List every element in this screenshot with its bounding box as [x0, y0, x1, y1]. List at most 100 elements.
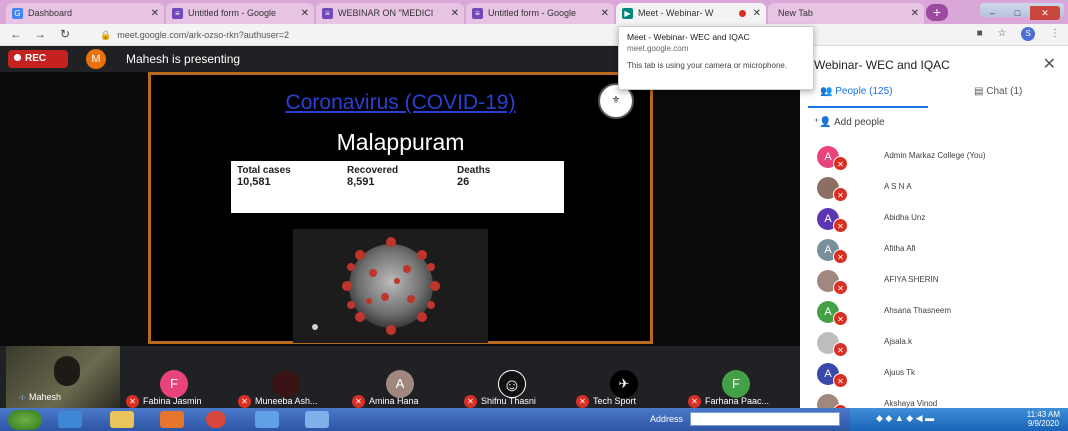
close-tab-icon[interactable]: ✕: [911, 3, 919, 24]
mouse-cursor: [312, 324, 318, 330]
participant-filmstrip: ·ı· Mahesh F ✕ Fabina Jasmin ✕ Muneeba Ash…: [0, 346, 800, 408]
url-field[interactable]: 🔒 meet.google.com/ark-ozso-rkn?authuser=2: [100, 27, 960, 43]
tray-icons[interactable]: ◆ ◆ ▲ ◆ ◀ ▬: [876, 413, 934, 424]
stat-label: Total cases: [237, 165, 291, 176]
audio-level-icon: ·ı·: [18, 392, 27, 402]
app-icon[interactable]: [255, 411, 279, 428]
tab-chat[interactable]: ▤ Chat (1): [974, 86, 1022, 97]
active-tab-indicator: [808, 106, 928, 108]
profile-avatar[interactable]: S: [1021, 27, 1036, 41]
tile-name: ✕ Amina Hana: [352, 395, 419, 408]
camera-icon[interactable]: ■: [977, 28, 983, 39]
menu-icon[interactable]: ⋮: [1050, 28, 1060, 39]
ie-icon[interactable]: [58, 411, 82, 428]
tab-label: New Tab: [778, 8, 813, 18]
stat-total-cases: Total cases 10,581: [237, 165, 291, 188]
mic-off-icon: ✕: [833, 218, 848, 233]
list-item[interactable]: ✕ Ajsala.k: [800, 330, 1068, 360]
tab-dashboard[interactable]: G Dashboard ✕: [6, 3, 164, 24]
google-icon: G: [12, 8, 23, 19]
person-silhouette: [54, 356, 80, 386]
list-item[interactable]: A ✕ Afitha Afi: [800, 237, 1068, 267]
tab-untitled-form-1[interactable]: ≡ Untitled form - Google ✕: [166, 3, 314, 24]
tab-label: Meet - Webinar- W: [638, 8, 714, 18]
mic-off-icon: ✕: [576, 395, 589, 408]
mic-off-icon: ✕: [464, 395, 477, 408]
mic-off-icon: ✕: [238, 395, 251, 408]
maximize-icon[interactable]: □: [1005, 6, 1030, 20]
close-tab-icon[interactable]: ✕: [151, 3, 159, 24]
mic-off-icon: ✕: [833, 280, 848, 295]
stat-recovered: Recovered 8,591: [347, 165, 398, 188]
media-player-icon[interactable]: [160, 411, 184, 428]
folder-icon[interactable]: [110, 411, 134, 428]
participant-name: Akshaya Vinod: [884, 399, 938, 408]
close-tab-icon[interactable]: ✕: [601, 3, 609, 24]
add-people-button[interactable]: ⁺👤 Add people: [814, 117, 885, 128]
tab-new-tab[interactable]: New Tab ✕: [768, 3, 924, 24]
participant-name: Abidha Unz: [884, 213, 926, 222]
url-text: meet.google.com/ark-ozso-rkn?authuser=2: [117, 30, 290, 40]
tile-avatar[interactable]: F: [722, 370, 750, 398]
mic-off-icon: ✕: [126, 395, 139, 408]
app-icon[interactable]: [305, 411, 329, 428]
list-item[interactable]: A ✕ Ajuus Tk: [800, 361, 1068, 391]
tile-avatar[interactable]: ✈: [610, 370, 638, 398]
slide-place: Malappuram: [336, 129, 465, 155]
presenting-text: Mahesh is presenting: [126, 52, 241, 66]
list-item[interactable]: A ✕ Abidha Unz: [800, 206, 1068, 236]
tile-avatar[interactable]: [272, 370, 300, 398]
list-item[interactable]: A ✕ Ahsana Thasneem: [800, 299, 1068, 329]
mic-off-icon: ✕: [833, 156, 848, 171]
taskbar-address-field[interactable]: [690, 412, 840, 426]
taskbar-address-label: Address: [650, 414, 684, 424]
rec-label: REC: [25, 53, 47, 64]
tile-name-text: Tech Sport: [593, 395, 637, 406]
tooltip-note: This tab is using your camera or microph…: [627, 61, 788, 70]
stat-deaths: Deaths 26: [457, 165, 490, 188]
close-tab-icon[interactable]: ✕: [753, 3, 761, 24]
list-item[interactable]: A ✕ Admin Markaz College (You): [800, 144, 1068, 174]
participant-name: Admin Markaz College (You): [884, 151, 986, 160]
star-icon[interactable]: ☆: [997, 28, 1006, 39]
meet-icon: ▶: [622, 8, 633, 19]
mic-off-icon: ✕: [352, 395, 365, 408]
clock-time: 11:43 AM: [1026, 410, 1060, 419]
lock-icon: 🔒: [100, 30, 112, 40]
browser-tab-bar: G Dashboard ✕ ≡ Untitled form - Google ✕…: [0, 0, 1068, 24]
tile-avatar[interactable]: F: [160, 370, 188, 398]
virus-image: [293, 229, 488, 343]
close-tab-icon[interactable]: ✕: [451, 3, 459, 24]
tile-name-text: Amina Hana: [369, 395, 419, 406]
address-bar-icons: ■ ☆ S ⋮: [965, 27, 1060, 41]
people-panel: Webinar- WEC and IQAC ✕ 👥 People (125) ▤…: [800, 46, 1068, 419]
tab-chat-label: Chat (1): [986, 86, 1023, 97]
tab-people[interactable]: 👥 People (125): [820, 86, 893, 97]
minimize-icon[interactable]: –: [980, 6, 1005, 20]
tab-untitled-form-2[interactable]: ≡ Untitled form - Google ✕: [466, 3, 614, 24]
tile-avatar[interactable]: ☺: [498, 370, 526, 398]
back-icon[interactable]: ←: [10, 27, 22, 41]
clock[interactable]: 11:43 AM 9/9/2020: [1027, 410, 1060, 428]
people-icon: 👥: [820, 86, 833, 97]
stat-label: Deaths: [457, 165, 491, 176]
start-button[interactable]: [8, 410, 42, 430]
recording-badge: REC: [8, 50, 68, 68]
close-icon[interactable]: ✕: [1043, 54, 1056, 74]
list-item[interactable]: ✕ A S N A: [800, 175, 1068, 205]
tab-webinar-form[interactable]: ≡ WEBINAR ON "MEDICI ✕: [316, 3, 464, 24]
tab-meet[interactable]: ▶ Meet - Webinar- W ✕: [616, 3, 766, 24]
stat-value: 8,591: [347, 176, 375, 188]
list-item[interactable]: ✕ AFIYA SHERIN: [800, 268, 1068, 298]
tab-label: Untitled form - Google: [488, 8, 577, 18]
new-tab-button[interactable]: +: [926, 4, 948, 21]
reload-icon[interactable]: ↻: [60, 27, 70, 41]
close-tab-icon[interactable]: ✕: [301, 3, 309, 24]
chrome-icon[interactable]: [206, 411, 226, 428]
close-window-icon[interactable]: ✕: [1030, 6, 1060, 20]
tile-avatar[interactable]: A: [386, 370, 414, 398]
forward-icon[interactable]: →: [34, 27, 46, 41]
tooltip-title: Meet - Webinar- WEC and IQAC: [627, 32, 750, 42]
window-controls: – □ ✕: [980, 3, 1064, 20]
tab-hover-tooltip: Meet - Webinar- WEC and IQAC meet.google…: [618, 26, 814, 90]
